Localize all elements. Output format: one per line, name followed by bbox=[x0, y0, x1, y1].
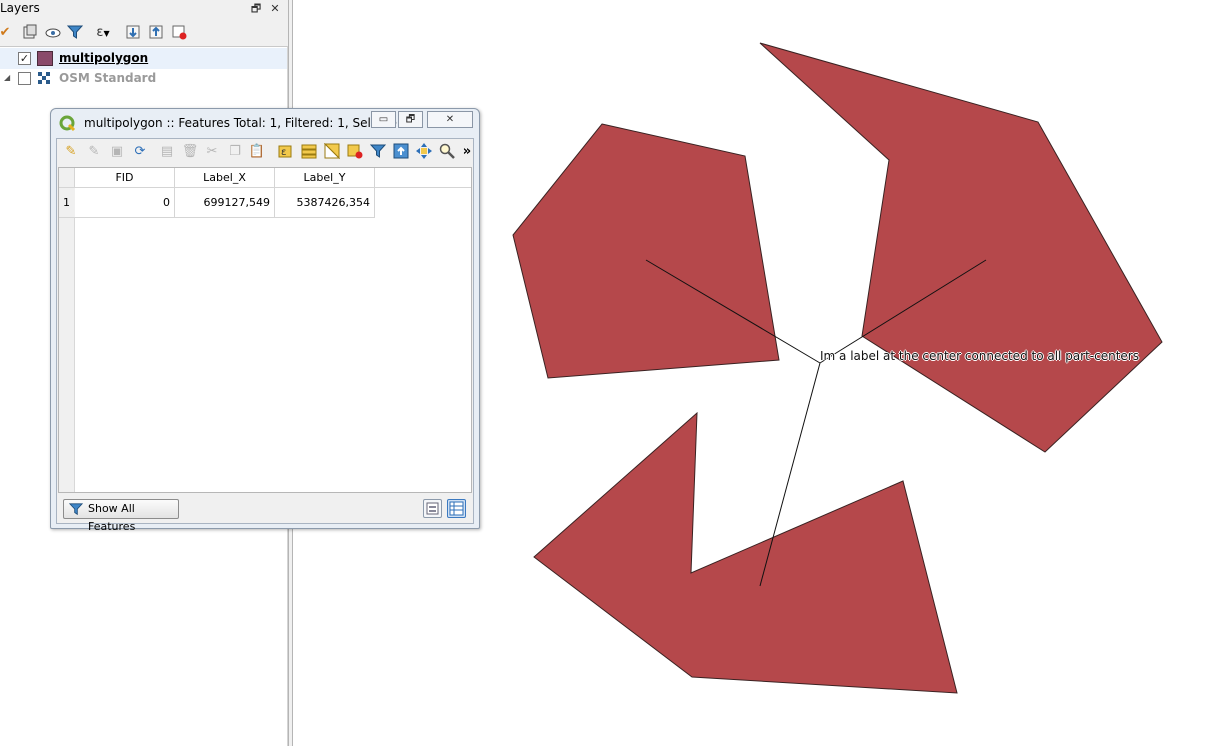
pan-to-selected-icon[interactable] bbox=[415, 143, 433, 161]
show-all-features-label: Show All Features bbox=[88, 502, 136, 533]
cut-icon[interactable]: ✂ bbox=[203, 143, 221, 161]
svg-text:ε: ε bbox=[281, 147, 286, 158]
add-feature-icon[interactable]: ▤ bbox=[158, 143, 176, 161]
attribute-toolbar: ✎ ✎ ▣ ⟳ ▤ 🗑 ✂ ❐ 📋 ε » bbox=[57, 139, 473, 165]
attribute-window-titlebar[interactable]: multipolygon :: Features Total: 1, Filte… bbox=[51, 109, 479, 137]
style-manager-icon[interactable]: ✔ bbox=[0, 24, 14, 42]
remove-layer-icon[interactable] bbox=[170, 24, 188, 42]
attribute-window-title: multipolygon :: Features Total: 1, Filte… bbox=[84, 116, 409, 130]
column-header-fid[interactable]: FID bbox=[75, 168, 175, 188]
save-edits-icon[interactable]: ▣ bbox=[108, 143, 126, 161]
form-view-icon bbox=[426, 502, 439, 515]
layer-name: multipolygon bbox=[59, 51, 149, 65]
table-view-icon bbox=[449, 501, 464, 516]
close-panel-button[interactable]: ✕ bbox=[268, 2, 282, 16]
filter-selected-icon[interactable] bbox=[369, 143, 387, 161]
filter-legend-icon[interactable] bbox=[66, 24, 84, 42]
delete-feature-icon[interactable]: 🗑 bbox=[181, 143, 199, 161]
invert-selection-icon[interactable] bbox=[323, 142, 341, 161]
polygon-symbol-icon bbox=[37, 51, 53, 66]
table-cell-label-x[interactable]: 699127,549 bbox=[175, 188, 275, 218]
form-view-button[interactable] bbox=[423, 499, 442, 518]
close-window-button[interactable]: ✕ bbox=[427, 111, 473, 128]
attribute-table-window: multipolygon :: Features Total: 1, Filte… bbox=[50, 108, 480, 533]
zoom-to-selected-icon[interactable] bbox=[438, 143, 456, 161]
maximize-button[interactable]: 🗗 bbox=[398, 111, 423, 128]
filter-icon bbox=[68, 502, 84, 516]
paste-icon[interactable]: 📋 bbox=[248, 143, 266, 161]
layers-titlebar: Layers 🗗 ✕ bbox=[0, 0, 288, 19]
raster-tiles-icon bbox=[37, 71, 53, 86]
polygon-part-right bbox=[759, 42, 1163, 453]
copy-icon[interactable]: ❐ bbox=[226, 143, 244, 161]
layers-panel-title: Layers bbox=[0, 1, 40, 15]
feature-label: Im a label at the center connected to al… bbox=[820, 349, 1139, 363]
reload-icon[interactable]: ⟳ bbox=[131, 143, 149, 161]
polygon-part-left bbox=[512, 123, 780, 379]
attribute-footer: Show All Features bbox=[57, 495, 473, 533]
row-header[interactable]: 1 bbox=[59, 188, 75, 218]
collapse-all-icon[interactable] bbox=[147, 24, 165, 42]
visibility-eye-icon[interactable] bbox=[44, 24, 62, 42]
minimize-button[interactable]: ▭ bbox=[371, 111, 396, 128]
multi-edit-icon[interactable]: ✎ bbox=[85, 143, 103, 161]
select-by-expression-icon[interactable]: ε bbox=[277, 143, 295, 161]
table-view-button[interactable] bbox=[447, 499, 466, 518]
float-panel-button[interactable]: 🗗 bbox=[249, 2, 263, 16]
attribute-table: FID Label_X Label_Y 1 0 699127,549 53874… bbox=[58, 167, 472, 493]
layer-visibility-checkbox[interactable]: ✓ bbox=[18, 52, 31, 65]
deselect-all-icon[interactable] bbox=[346, 143, 364, 161]
toggle-editing-icon[interactable]: ✎ bbox=[62, 143, 80, 161]
filter-expression-icon[interactable]: ε▼ bbox=[89, 24, 117, 42]
expander-icon[interactable]: ◢ bbox=[4, 73, 10, 82]
empty-header-space bbox=[375, 168, 471, 188]
layer-visibility-checkbox[interactable] bbox=[18, 72, 31, 85]
layer-item-multipolygon[interactable]: ✓ multipolygon bbox=[0, 48, 287, 69]
layers-toolbar: ✔ ε▼ bbox=[0, 20, 288, 46]
table-cell-label-y[interactable]: 5387426,354 bbox=[275, 188, 375, 218]
qgis-logo-icon bbox=[59, 115, 76, 132]
move-selection-top-icon[interactable] bbox=[392, 143, 410, 161]
expand-all-icon[interactable] bbox=[124, 24, 142, 42]
column-header-label-x[interactable]: Label_X bbox=[175, 168, 275, 188]
layer-item-osm-standard[interactable]: ◢ OSM Standard bbox=[0, 68, 287, 89]
show-all-features-button[interactable]: Show All Features bbox=[63, 499, 179, 533]
column-header-label-y[interactable]: Label_Y bbox=[275, 168, 375, 188]
polygon-part-bottom bbox=[533, 411, 958, 694]
corner-header[interactable] bbox=[59, 168, 75, 188]
add-group-icon[interactable] bbox=[21, 24, 39, 42]
select-all-icon[interactable] bbox=[300, 143, 318, 161]
table-cell-fid[interactable]: 0 bbox=[75, 188, 175, 218]
attribute-table-body: ✎ ✎ ▣ ⟳ ▤ 🗑 ✂ ❐ 📋 ε » FID Label_X Label_… bbox=[56, 138, 474, 533]
layer-name: OSM Standard bbox=[59, 71, 157, 85]
toolbar-overflow-button[interactable]: » bbox=[458, 143, 476, 161]
